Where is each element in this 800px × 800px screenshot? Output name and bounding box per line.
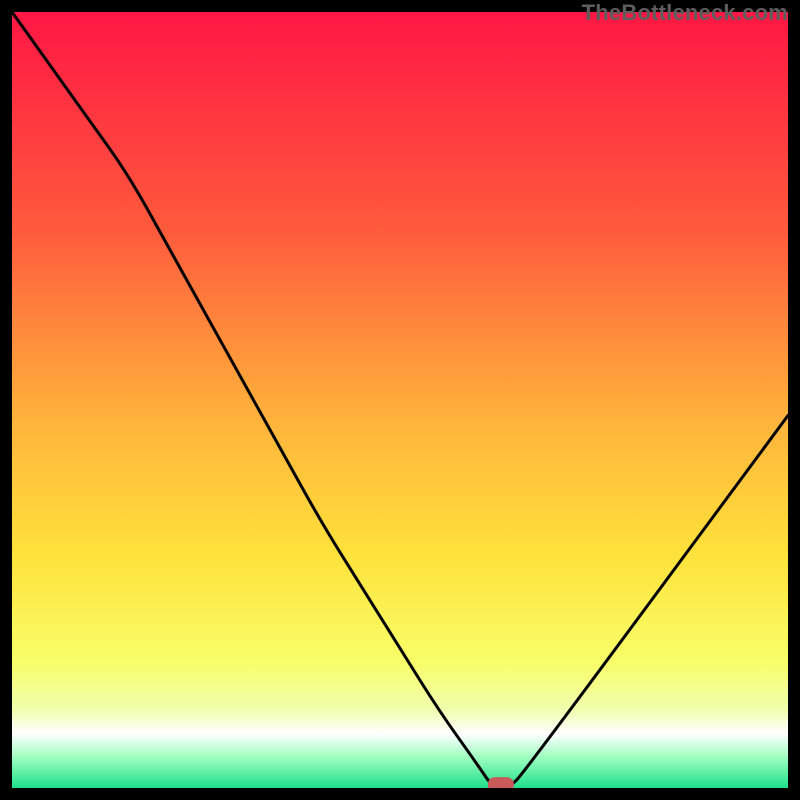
bottleneck-chart — [12, 12, 788, 788]
optimum-marker — [488, 777, 514, 788]
chart-frame — [12, 12, 788, 788]
attribution-watermark: TheBottleneck.com — [582, 0, 788, 26]
gradient-background — [12, 12, 788, 788]
